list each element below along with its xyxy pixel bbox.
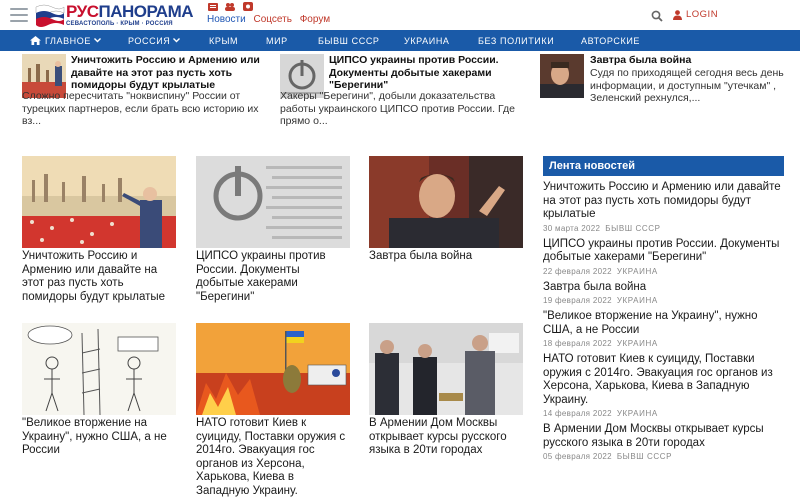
social-people-icon[interactable] (225, 2, 236, 11)
link-social[interactable]: Соцсеть (254, 14, 292, 25)
sidebar-heading: Лента новостей (543, 156, 784, 176)
feed-item-category[interactable]: УКРАИНА (617, 409, 658, 418)
feed-item-meta: 05 февраля 2022 БЫВШ СССР (543, 452, 784, 461)
card-image[interactable] (196, 156, 350, 248)
feed-item-date: 19 февраля 2022 (543, 296, 612, 305)
feed-item-title[interactable]: "Великое вторжение на Украину", нужно СШ… (543, 310, 784, 337)
news-card: Уничтожить Россию и Армению или давайте … (22, 156, 176, 304)
feed-item-date: 30 марта 2022 (543, 223, 601, 233)
logo-flag-icon (35, 4, 65, 27)
top-news-title[interactable]: Завтра была война (590, 54, 780, 67)
nav-label-main: ГЛАВНОЕ (45, 35, 91, 46)
news-feed-sidebar: Лента новостей Уничтожить Россию и Армен… (543, 156, 784, 461)
menu-icon[interactable] (10, 8, 28, 22)
chevron-down-icon (173, 38, 181, 43)
nav-item-ussr[interactable]: БЫВШ СССР (318, 30, 380, 51)
feed-item-meta: 19 февраля 2022 УКРАИНА (543, 296, 784, 305)
feed-item-title[interactable]: В Армении Дом Москвы открывает курсы рус… (543, 423, 784, 450)
nav-item-ukraine[interactable]: УКРАИНА (404, 30, 450, 51)
nav-item-world[interactable]: МИР (266, 30, 288, 51)
news-card: В Армении Дом Москвы открывает курсы рус… (369, 323, 523, 458)
top-news-excerpt: Сложно пересчитать "ноквиспину" России о… (22, 90, 259, 127)
feed-item-title[interactable]: Уничтожить Россию и Армению или давайте … (543, 181, 784, 222)
card-title[interactable]: ЦИПСО украины против России. Документы д… (196, 250, 350, 304)
card-title[interactable]: Уничтожить Россию и Армению или давайте … (22, 250, 176, 304)
nav-item-main[interactable]: ГЛАВНОЕ (30, 30, 101, 51)
feed-item-title[interactable]: Завтра была война (543, 281, 784, 295)
feed-item: "Великое вторжение на Украину", нужно СШ… (543, 310, 784, 348)
feed-item-meta: 14 февраля 2022 УКРАИНА (543, 409, 784, 418)
cartoon-sketch-image (22, 323, 176, 415)
feed-item-date: 22 февраля 2022 (543, 266, 612, 276)
search-icon[interactable] (651, 10, 663, 22)
feed-item-title[interactable]: НАТО готовит Киев к суициду, Поставки ор… (543, 353, 784, 407)
card-title[interactable]: Завтра была война (369, 250, 523, 264)
card-image[interactable] (369, 323, 523, 415)
burning-cartoon-image (196, 323, 350, 415)
card-image[interactable] (22, 156, 176, 248)
chevron-down-icon (93, 38, 101, 43)
site-links: Новости Соцсеть Форум (207, 14, 335, 25)
link-forum[interactable]: Форум (300, 14, 330, 25)
feed-item: НАТО готовит Киев к суициду, Поставки ор… (543, 353, 784, 418)
feed-item-meta: 18 февраля 2022 УКРАИНА (543, 339, 784, 348)
card-title[interactable]: В Армении Дом Москвы открывает курсы рус… (369, 417, 523, 458)
feed-item-meta: 22 февраля 2022 УКРАИНА (543, 267, 784, 276)
feed-item: ЦИПСО украины против России. Документы д… (543, 238, 784, 276)
feed-item-category[interactable]: УКРАИНА (617, 267, 658, 276)
document-image (196, 156, 350, 248)
logo-main: РУС (66, 2, 99, 21)
feed-item-date: 14 февраля 2022 (543, 409, 612, 418)
feed-item-category[interactable]: УКРАИНА (617, 339, 658, 348)
login-button[interactable]: LOGIN (673, 9, 718, 20)
group-photo-image (369, 323, 523, 415)
nav-item-crimea[interactable]: КРЫМ (209, 30, 238, 51)
card-image[interactable] (196, 323, 350, 415)
news-card: НАТО готовит Киев к суициду, Поставки ор… (196, 323, 350, 498)
card-title[interactable]: "Великое вторжение на Украину", нужно СШ… (22, 417, 176, 458)
header: РУСПАНОРАМА СЕВАСТОПОЛЬ · КРЫМ · РОССИЯ … (0, 0, 800, 30)
feed-item-meta: 30 марта 2022 БЫВШ СССР (543, 224, 784, 233)
top-news-excerpt: Хакеры "Берегини", добыли доказательства… (280, 90, 515, 127)
feed-item: Уничтожить Россию и Армению или давайте … (543, 181, 784, 233)
caricature-image (22, 156, 176, 248)
user-icon (673, 9, 682, 20)
feed-item-category[interactable]: УКРАИНА (617, 296, 658, 305)
news-card: Завтра была война (369, 156, 523, 264)
card-image[interactable] (369, 156, 523, 248)
feed-item-category[interactable]: БЫВШ СССР (617, 452, 672, 461)
logo-wordmark: РУСПАНОРАМА (66, 2, 194, 21)
feed-item: Завтра была война 19 февраля 2022 УКРАИНА (543, 281, 784, 306)
feed-item-date: 05 февраля 2022 (543, 452, 612, 461)
feed-item: В Армении Дом Москвы открывает курсы рус… (543, 423, 784, 461)
news-card: "Великое вторжение на Украину", нужно СШ… (22, 323, 176, 458)
news-card: ЦИПСО украины против России. Документы д… (196, 156, 350, 304)
top-news-thumb[interactable] (540, 54, 584, 98)
forum-icon[interactable] (242, 2, 253, 11)
card-image[interactable] (22, 323, 176, 415)
link-news[interactable]: Новости (207, 14, 246, 25)
nav-item-russia[interactable]: РОССИЯ (128, 30, 181, 51)
logo-tagline: СЕВАСТОПОЛЬ · КРЫМ · РОССИЯ (66, 21, 173, 27)
top-news-excerpt: Судя по приходящей сегодня весь день инф… (590, 67, 784, 104)
nav-label-russia: РОССИЯ (128, 35, 171, 46)
main-nav: ГЛАВНОЕ РОССИЯ КРЫМ МИР БЫВШ СССР УКРАИН… (0, 30, 800, 51)
top-news-title[interactable]: ЦИПСО украины против России. Документы д… (329, 54, 509, 92)
feed-item-date: 18 февраля 2022 (543, 339, 612, 348)
site-icons (208, 2, 256, 12)
nav-item-nonpolitical[interactable]: БЕЗ ПОЛИТИКИ (478, 30, 554, 51)
login-label: LOGIN (686, 9, 719, 20)
nav-item-authors[interactable]: АВТОРСКИЕ (581, 30, 640, 51)
card-title[interactable]: НАТО готовит Киев к суициду, Поставки ор… (196, 417, 350, 498)
logo-brand: ПАНОРАМА (98, 2, 194, 21)
news-feed-icon[interactable] (208, 2, 218, 11)
portrait-painting-image (369, 156, 523, 248)
feed-item-category[interactable]: БЫВШ СССР (605, 224, 660, 233)
top-news-title[interactable]: Уничтожить Россию и Армению или давайте … (71, 54, 261, 92)
feed-item-title[interactable]: ЦИПСО украины против России. Документы д… (543, 238, 784, 265)
site-logo[interactable]: РУСПАНОРАМА СЕВАСТОПОЛЬ · КРЫМ · РОССИЯ (34, 3, 194, 29)
home-icon (30, 36, 41, 45)
thumb-portrait-image (540, 54, 584, 98)
